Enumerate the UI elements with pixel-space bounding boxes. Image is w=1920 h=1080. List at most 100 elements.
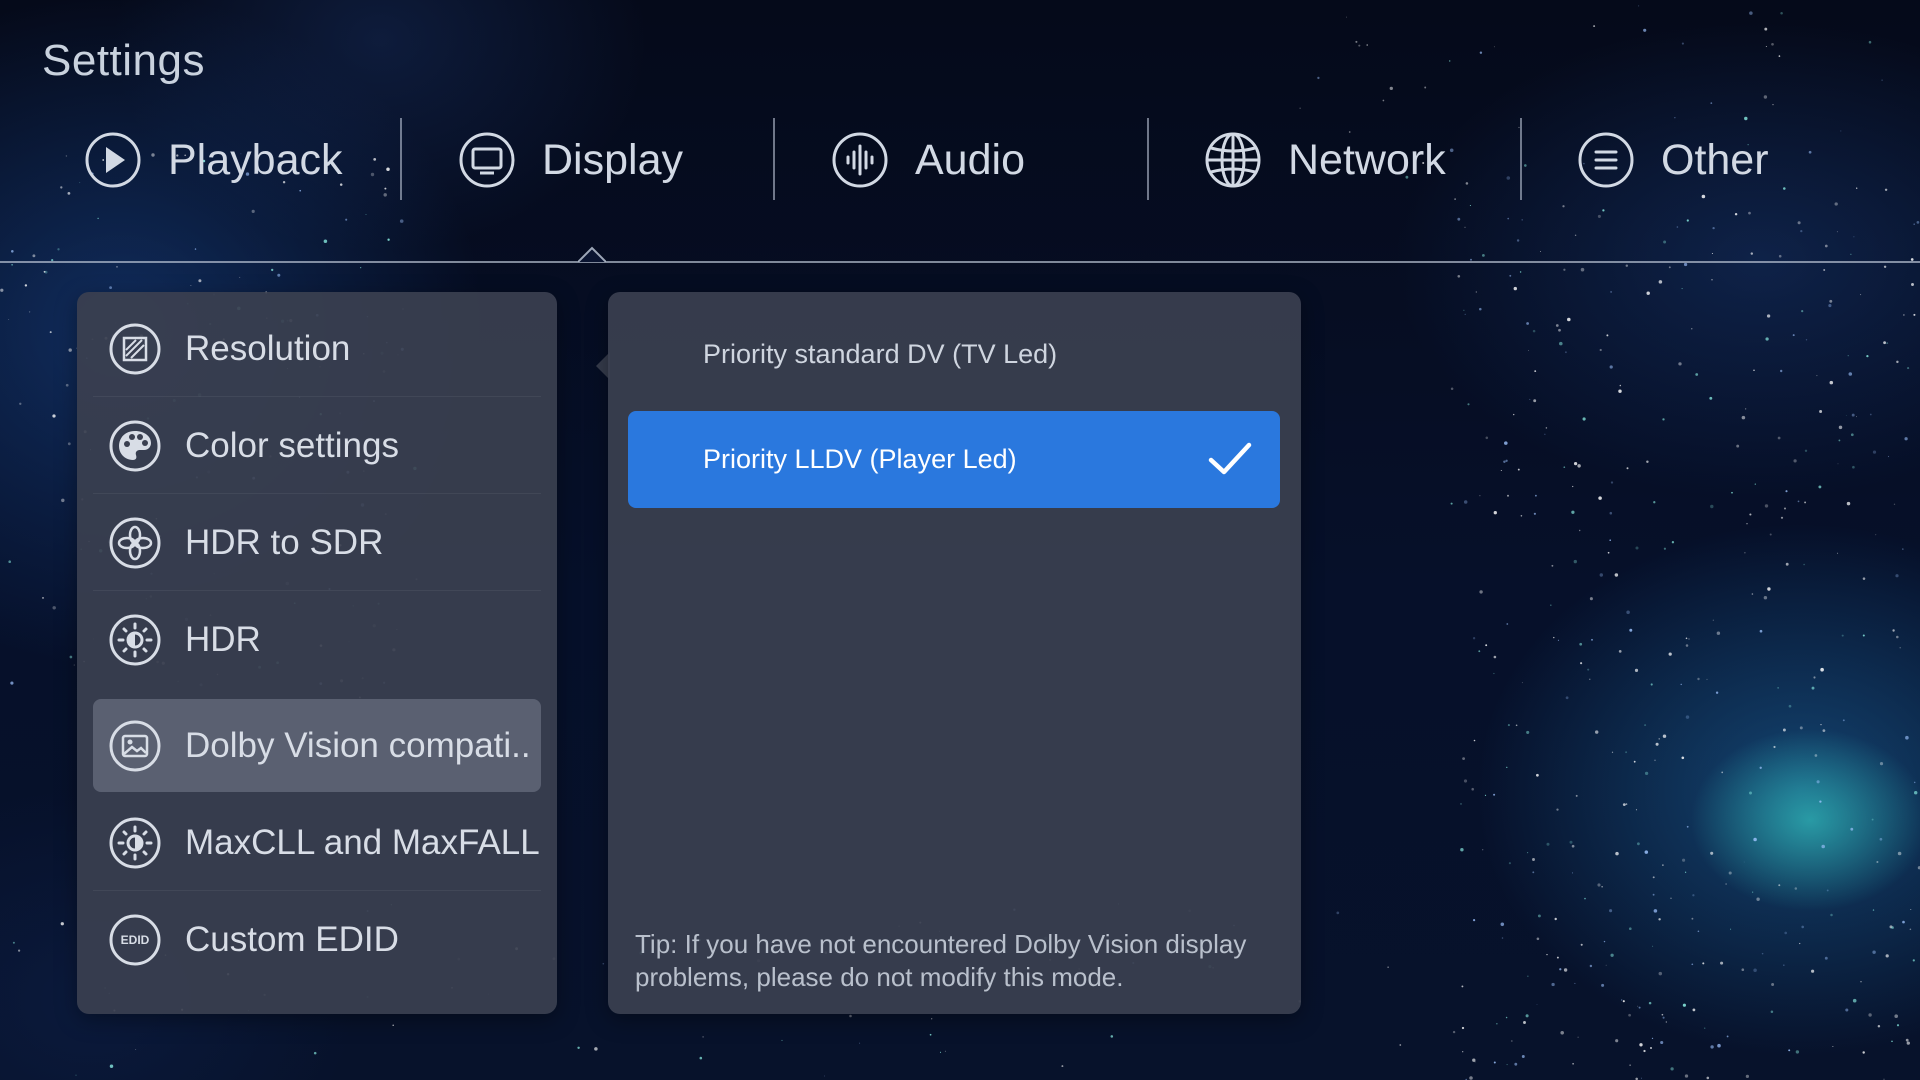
menu-item-label: Resolution bbox=[185, 328, 351, 368]
star bbox=[1818, 485, 1822, 489]
tab-network[interactable]: Network bbox=[1204, 118, 1446, 202]
star bbox=[1710, 102, 1713, 104]
star bbox=[1625, 751, 1628, 754]
star bbox=[1866, 354, 1869, 358]
star bbox=[0, 288, 4, 292]
star bbox=[1654, 759, 1656, 762]
star bbox=[1660, 1040, 1664, 1045]
menu-item-custom-edid[interactable]: EDID Custom EDID bbox=[93, 893, 541, 986]
star bbox=[1601, 886, 1603, 888]
star bbox=[1824, 244, 1828, 248]
star bbox=[1875, 534, 1877, 536]
star bbox=[1912, 959, 1915, 962]
star bbox=[1399, 1044, 1402, 1046]
star bbox=[1584, 897, 1586, 900]
star bbox=[1793, 459, 1797, 463]
tab-audio[interactable]: Audio bbox=[831, 118, 1025, 202]
star bbox=[1580, 267, 1585, 272]
menu-divider bbox=[93, 493, 541, 494]
star bbox=[1721, 771, 1724, 774]
star bbox=[1544, 433, 1546, 435]
star bbox=[52, 414, 56, 418]
brightness-icon bbox=[109, 817, 161, 869]
star bbox=[360, 267, 362, 269]
star bbox=[1799, 942, 1801, 945]
star bbox=[1580, 662, 1583, 665]
star bbox=[1501, 937, 1504, 939]
star bbox=[1845, 414, 1847, 416]
star bbox=[1551, 982, 1555, 987]
star bbox=[1883, 265, 1887, 269]
star bbox=[944, 1050, 946, 1052]
star bbox=[1692, 894, 1695, 897]
star bbox=[1572, 485, 1574, 488]
star bbox=[251, 209, 255, 213]
star bbox=[1763, 95, 1768, 99]
star bbox=[1571, 844, 1575, 848]
star bbox=[1765, 337, 1769, 341]
star bbox=[1784, 507, 1786, 510]
star bbox=[57, 248, 60, 251]
star bbox=[1485, 644, 1488, 647]
star bbox=[1553, 636, 1555, 639]
star bbox=[1637, 842, 1640, 846]
star bbox=[1759, 629, 1763, 633]
tab-other[interactable]: Other bbox=[1577, 118, 1769, 202]
tab-display[interactable]: Display bbox=[458, 118, 683, 202]
star bbox=[1615, 1039, 1619, 1043]
menu-item-hdr[interactable]: HDR bbox=[93, 593, 541, 686]
tab-label: Playback bbox=[168, 135, 343, 184]
star bbox=[1753, 837, 1757, 842]
tab-label: Display bbox=[542, 135, 683, 184]
star bbox=[1703, 1027, 1706, 1029]
star bbox=[1457, 274, 1461, 278]
star bbox=[1545, 427, 1548, 429]
star bbox=[1500, 922, 1505, 927]
star bbox=[1355, 40, 1358, 43]
option-priority-standard-dv[interactable]: Priority standard DV (TV Led) bbox=[628, 306, 1280, 403]
star bbox=[1688, 638, 1690, 640]
tab-playback[interactable]: Playback bbox=[84, 118, 342, 202]
star bbox=[1785, 490, 1788, 493]
star bbox=[1681, 288, 1683, 290]
menu-item-color-settings[interactable]: Color settings bbox=[93, 399, 541, 492]
star bbox=[1830, 913, 1833, 917]
star bbox=[1797, 500, 1800, 503]
star bbox=[387, 238, 390, 241]
display-settings-menu: Resolution Color settings HDR to SDR HDR… bbox=[77, 292, 557, 1014]
star bbox=[1726, 1035, 1729, 1038]
star bbox=[1472, 637, 1476, 640]
star bbox=[1752, 891, 1754, 893]
menu-item-maxcll-and-maxfall[interactable]: MaxCLL and MaxFALL bbox=[93, 796, 541, 889]
star bbox=[1650, 1047, 1652, 1049]
star bbox=[1536, 1004, 1538, 1005]
star bbox=[1648, 1001, 1652, 1005]
star bbox=[18, 949, 21, 952]
star bbox=[1551, 564, 1554, 567]
star bbox=[1811, 969, 1815, 973]
star bbox=[1799, 726, 1803, 730]
star bbox=[1563, 268, 1566, 271]
active-tab-caret bbox=[578, 246, 606, 262]
star bbox=[1638, 5, 1640, 7]
menu-item-dolby-vision-compatibility[interactable]: Dolby Vision compati.. bbox=[93, 699, 541, 792]
star bbox=[1668, 652, 1672, 656]
page-title: Settings bbox=[42, 36, 205, 85]
star bbox=[1907, 367, 1910, 370]
star bbox=[1717, 1043, 1721, 1048]
star bbox=[1803, 563, 1805, 566]
star bbox=[1505, 459, 1508, 462]
star bbox=[1868, 40, 1872, 44]
tab-separator bbox=[773, 118, 775, 200]
menu-item-resolution[interactable]: Resolution bbox=[93, 302, 541, 395]
star bbox=[1532, 871, 1535, 874]
star bbox=[97, 217, 99, 220]
option-priority-lldv[interactable]: Priority LLDV (Player Led) bbox=[628, 411, 1280, 508]
star bbox=[1625, 803, 1628, 805]
star bbox=[939, 1051, 942, 1053]
star bbox=[1837, 552, 1839, 554]
star bbox=[1685, 637, 1688, 640]
star bbox=[1577, 1036, 1579, 1038]
star bbox=[1521, 682, 1523, 684]
menu-item-hdr-to-sdr[interactable]: HDR to SDR bbox=[93, 496, 541, 589]
